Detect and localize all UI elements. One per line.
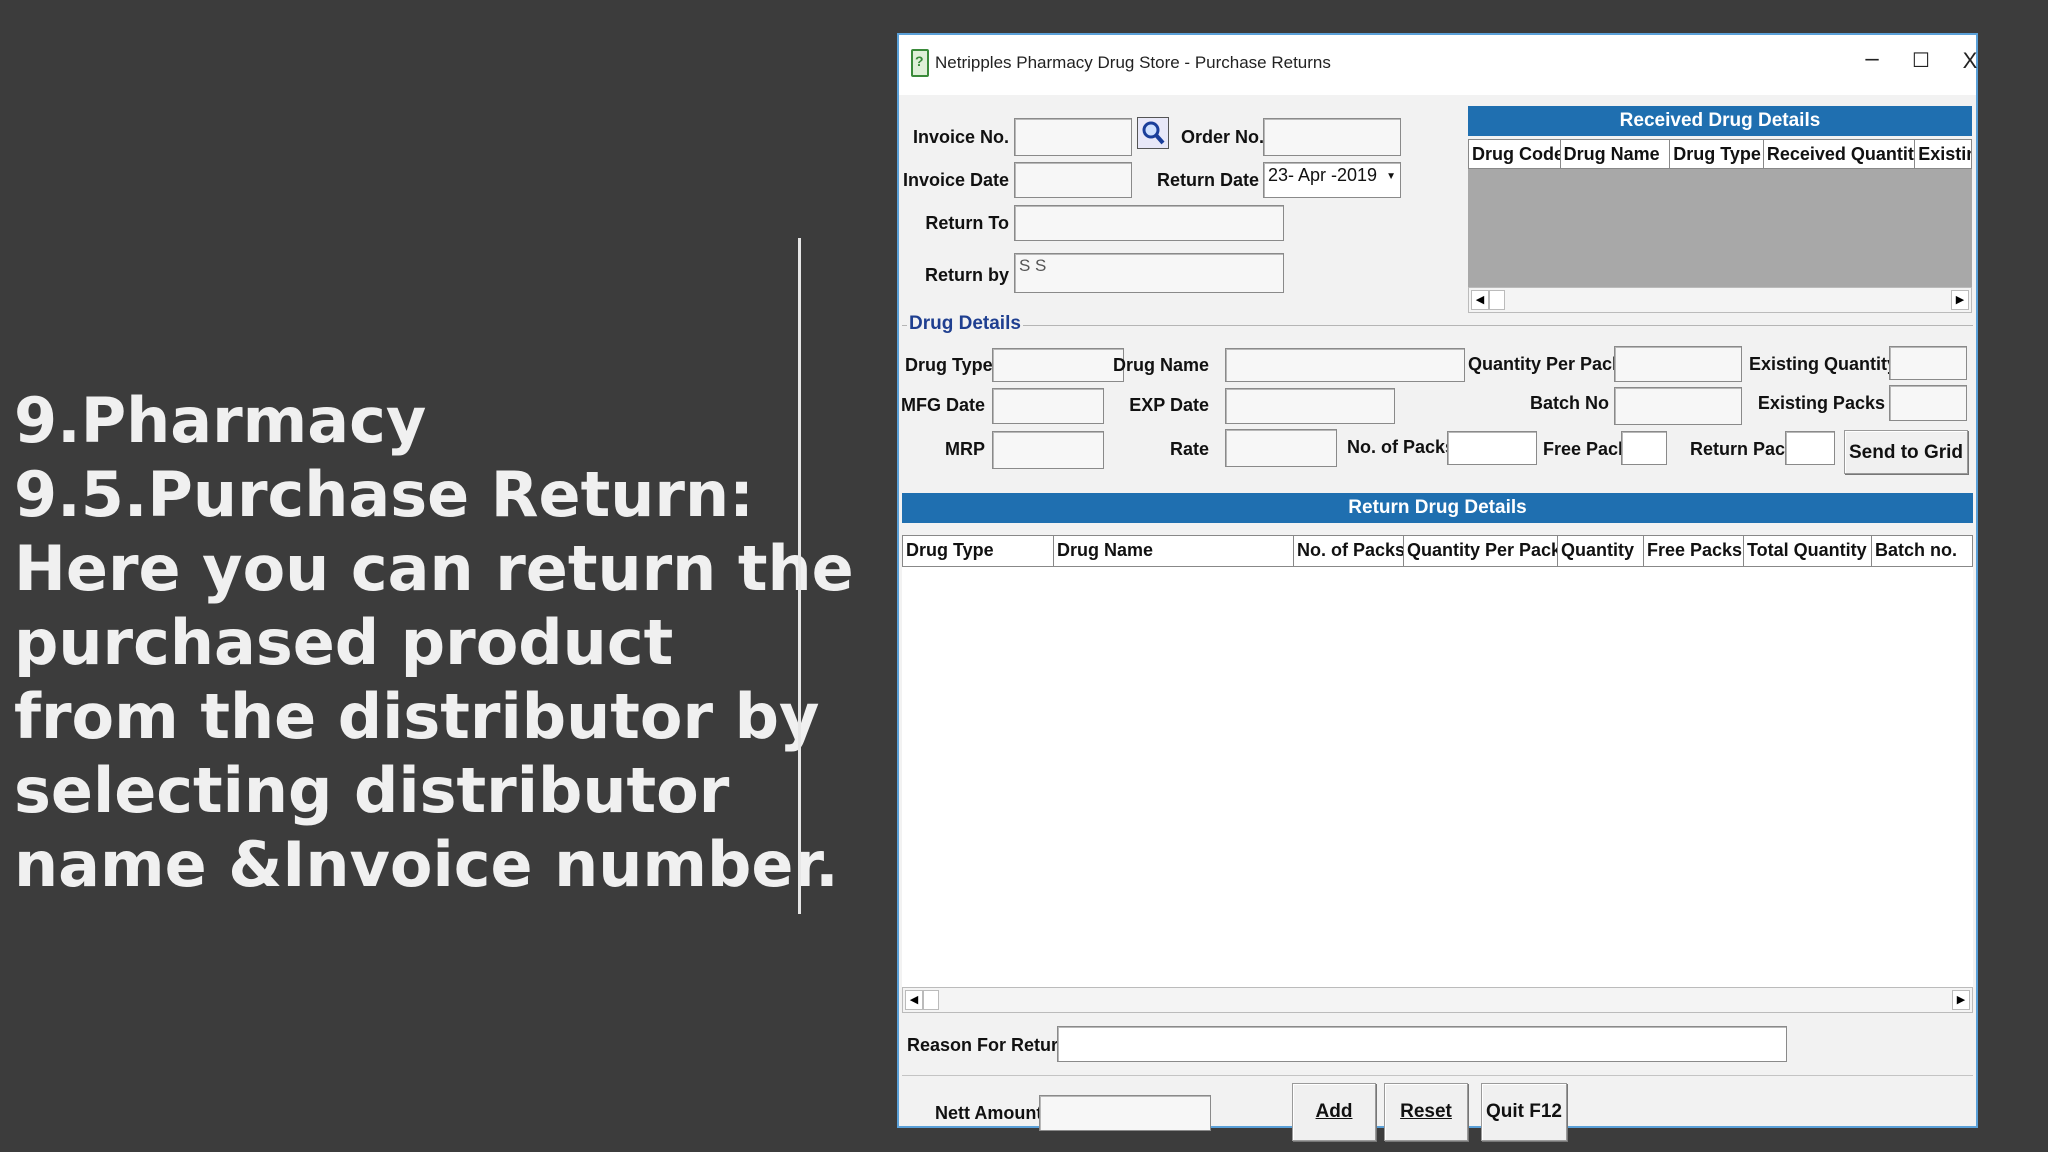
drug-type-label: Drug Type xyxy=(905,355,993,375)
purchase-returns-window: Netripples Pharmacy Drug Store - Purchas… xyxy=(897,33,1978,1141)
return-date-picker[interactable]: 23- Apr -2019 ▼ xyxy=(1263,162,1401,198)
maximize-button[interactable]: ☐ xyxy=(1901,48,1941,73)
scroll-thumb[interactable] xyxy=(923,990,939,1010)
scroll-left-icon[interactable]: ◀ xyxy=(1471,290,1489,310)
column-header[interactable]: Received Quantity xyxy=(1764,140,1916,168)
quit-button[interactable]: Quit F12 xyxy=(1481,1083,1567,1141)
app-icon xyxy=(911,49,929,77)
mfg-date-label: MFG Date xyxy=(900,395,985,415)
column-header[interactable]: Drug Type xyxy=(1670,140,1764,168)
window-title: Netripples Pharmacy Drug Store - Purchas… xyxy=(935,53,1331,72)
slide-description: 9.Pharmacy 9.5.Purchase Return: Here you… xyxy=(14,384,854,902)
column-header[interactable]: Batch no. xyxy=(1872,536,1972,566)
rate-label: Rate xyxy=(1169,439,1209,459)
invoice-search-button[interactable] xyxy=(1137,117,1169,149)
existing-qty-field[interactable] xyxy=(1889,346,1967,380)
reason-for-return-label: Reason For Return xyxy=(907,1035,1070,1055)
column-header[interactable]: Quantity xyxy=(1558,536,1644,566)
mrp-label: MRP xyxy=(945,439,985,459)
column-header[interactable]: Drug Name xyxy=(1561,140,1671,168)
no-of-packs-label: No. of Packs xyxy=(1347,437,1456,457)
slide-line: name &Invoice number. xyxy=(14,828,839,901)
reset-button[interactable]: Reset xyxy=(1384,1083,1468,1141)
return-to-label: Return To xyxy=(925,213,1009,233)
title-bar: Netripples Pharmacy Drug Store - Purchas… xyxy=(899,35,1977,95)
footer-divider xyxy=(902,1075,1973,1076)
column-header[interactable]: Drug Name xyxy=(1054,536,1294,566)
column-header[interactable]: Drug Type xyxy=(903,536,1054,566)
drug-details-group-line xyxy=(902,325,1973,326)
invoice-no-field[interactable] xyxy=(1014,118,1132,156)
slide-divider xyxy=(798,238,801,914)
return-pack-field[interactable] xyxy=(1785,431,1835,465)
free-pack-field[interactable] xyxy=(1621,431,1667,465)
return-date-label: Return Date xyxy=(1156,170,1259,190)
received-grid-header: Drug Code Drug Name Drug Type Received Q… xyxy=(1468,139,1972,169)
received-grid-title: Received Drug Details xyxy=(1468,106,1972,136)
drug-name-label: Drug Name xyxy=(1112,355,1209,375)
order-no-field[interactable] xyxy=(1263,118,1401,156)
no-of-packs-field[interactable] xyxy=(1447,431,1537,465)
close-button[interactable]: X xyxy=(1950,48,1990,74)
column-header[interactable]: Total Quantity xyxy=(1744,536,1872,566)
column-header[interactable]: Existin xyxy=(1915,140,1971,168)
drug-details-group-title: Drug Details xyxy=(907,313,1023,335)
scroll-left-icon[interactable]: ◀ xyxy=(905,990,923,1010)
qty-per-pack-label: Quantity Per Pack xyxy=(1468,354,1623,374)
mrp-field[interactable] xyxy=(992,431,1104,469)
slide-line: 9.5.Purchase Return: xyxy=(14,458,754,531)
return-date-value: 23- Apr -2019 xyxy=(1268,165,1378,185)
nett-amount-field[interactable] xyxy=(1039,1095,1211,1131)
nett-amount-label: Nett Amount xyxy=(935,1103,1043,1123)
existing-packs-field[interactable] xyxy=(1889,385,1967,421)
received-grid-scrollbar[interactable]: ◀ ▶ xyxy=(1468,287,1972,313)
existing-qty-label: Existing Quantity xyxy=(1749,354,1898,374)
exp-date-field[interactable] xyxy=(1225,388,1395,424)
minimize-button[interactable]: – xyxy=(1852,45,1892,73)
return-to-field[interactable] xyxy=(1014,205,1284,241)
return-grid-header: Drug Type Drug Name No. of Packs Quantit… xyxy=(902,535,1973,567)
return-by-label: Return by xyxy=(924,265,1009,285)
rate-field[interactable] xyxy=(1225,429,1337,467)
slide-line: selecting distributor xyxy=(14,754,730,827)
existing-packs-label: Existing Packs xyxy=(1757,393,1885,413)
free-pack-label: Free Pack xyxy=(1543,439,1629,459)
slide-line: purchased product xyxy=(14,606,674,679)
qty-per-pack-field[interactable] xyxy=(1614,346,1742,382)
scroll-right-icon[interactable]: ▶ xyxy=(1951,290,1969,310)
add-button[interactable]: Add xyxy=(1292,1083,1376,1141)
order-no-label: Order No. xyxy=(1181,127,1265,147)
received-grid-body[interactable] xyxy=(1468,169,1972,287)
column-header[interactable]: Free Packs xyxy=(1644,536,1744,566)
column-header[interactable]: Quantity Per Pack xyxy=(1404,536,1558,566)
invoice-no-label: Invoice No. xyxy=(912,127,1009,147)
invoice-date-label: Invoice Date xyxy=(902,170,1009,190)
scroll-right-icon[interactable]: ▶ xyxy=(1952,990,1970,1010)
slide-line: 9.Pharmacy xyxy=(14,384,427,457)
reason-for-return-field[interactable] xyxy=(1057,1026,1787,1062)
column-header[interactable]: Drug Code xyxy=(1469,140,1561,168)
drug-type-field[interactable] xyxy=(992,348,1124,382)
slide-line: from the distributor by xyxy=(14,680,820,753)
search-icon xyxy=(1142,121,1165,145)
chevron-down-icon[interactable]: ▼ xyxy=(1386,171,1396,182)
return-grid-scrollbar[interactable]: ◀ ▶ xyxy=(902,987,1973,1013)
send-to-grid-button[interactable]: Send to Grid xyxy=(1844,430,1968,474)
batch-no-field[interactable] xyxy=(1614,387,1742,425)
return-grid-title: Return Drug Details xyxy=(902,493,1973,523)
scroll-thumb[interactable] xyxy=(1489,290,1505,310)
batch-no-label: Batch No xyxy=(1529,393,1609,413)
mfg-date-field[interactable] xyxy=(992,388,1104,424)
slide-line: Here you can return the xyxy=(14,532,854,605)
column-header[interactable]: No. of Packs xyxy=(1294,536,1404,566)
invoice-date-field[interactable] xyxy=(1014,162,1132,198)
return-pack-label: Return Pack xyxy=(1690,439,1796,459)
drug-name-field[interactable] xyxy=(1225,348,1465,382)
exp-date-label: EXP Date xyxy=(1129,395,1209,415)
return-grid-body[interactable] xyxy=(902,567,1973,987)
return-by-field[interactable]: S S xyxy=(1014,253,1284,293)
